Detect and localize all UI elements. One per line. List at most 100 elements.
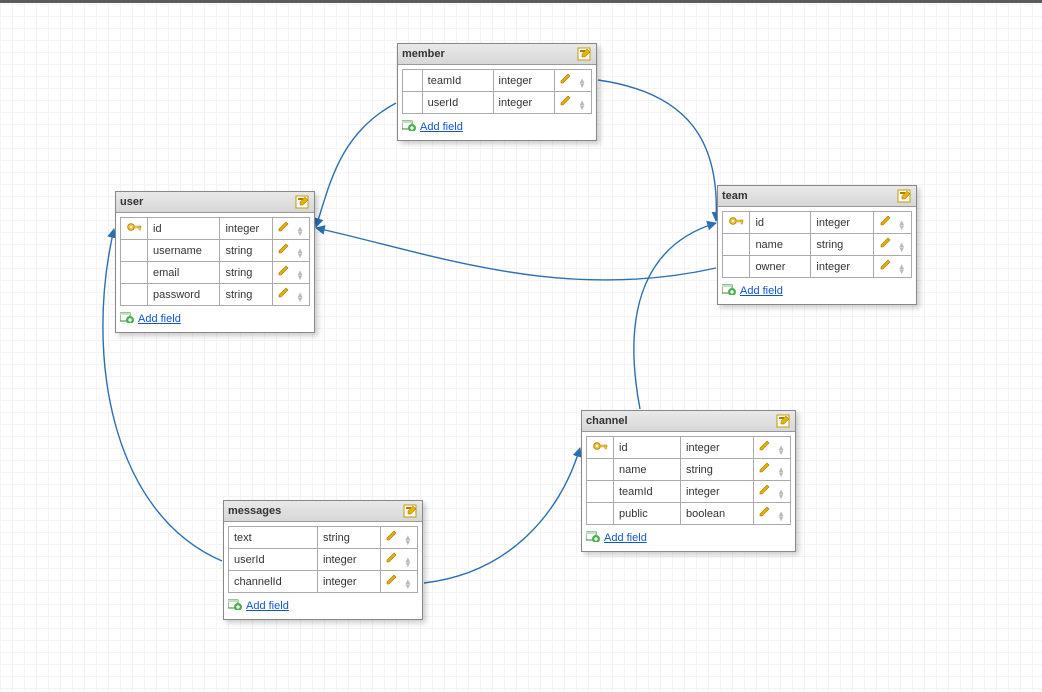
edit-form-icon[interactable]	[294, 194, 310, 210]
field-actions: ▲▼	[874, 256, 912, 278]
field-type: integer	[681, 437, 754, 459]
sort-icon[interactable]: ▲▼	[296, 271, 304, 281]
add-field-link[interactable]: Add field	[740, 285, 783, 297]
pencil-icon[interactable]	[759, 483, 771, 498]
field-row[interactable]: email string ▲▼	[121, 262, 310, 284]
pencil-icon[interactable]	[880, 258, 892, 273]
pencil-icon[interactable]	[386, 529, 398, 544]
field-name: owner	[750, 256, 811, 278]
add-field-link[interactable]: Add field	[604, 532, 647, 544]
table-team[interactable]: team id integer ▲▼ name string	[717, 185, 917, 305]
field-row[interactable]: password string ▲▼	[121, 284, 310, 306]
sort-icon[interactable]: ▲▼	[578, 79, 586, 89]
sort-icon[interactable]: ▲▼	[404, 580, 412, 590]
table-title-bar[interactable]: user	[116, 192, 314, 213]
field-name: public	[614, 503, 681, 525]
edit-form-icon[interactable]	[576, 46, 592, 62]
relation-member-user	[316, 103, 396, 227]
field-row[interactable]: id integer ▲▼	[723, 212, 912, 234]
table-messages[interactable]: messages text string ▲▼ userId integer ▲…	[223, 500, 423, 620]
pencil-icon[interactable]	[560, 94, 572, 109]
field-actions: ▲▼	[874, 212, 912, 234]
pencil-icon[interactable]	[278, 242, 290, 257]
field-row[interactable]: owner integer ▲▼	[723, 256, 912, 278]
key-icon	[728, 215, 744, 230]
add-field-icon	[586, 530, 600, 545]
field-name: teamId	[614, 481, 681, 503]
table-channel[interactable]: channel id integer ▲▼ name string	[581, 410, 796, 552]
add-field-row[interactable]: Add field	[224, 593, 422, 619]
field-row[interactable]: name string ▲▼	[723, 234, 912, 256]
pencil-icon[interactable]	[386, 573, 398, 588]
sort-icon[interactable]: ▲▼	[404, 558, 412, 568]
sort-icon[interactable]: ▲▼	[898, 265, 906, 275]
sort-icon[interactable]: ▲▼	[578, 101, 586, 111]
pencil-icon[interactable]	[759, 505, 771, 520]
sort-icon[interactable]: ▲▼	[404, 536, 412, 546]
field-row[interactable]: id integer ▲▼	[587, 437, 791, 459]
field-row[interactable]: userId integer ▲▼	[403, 92, 592, 114]
pencil-icon[interactable]	[278, 220, 290, 235]
field-name: userId	[229, 549, 318, 571]
table-title-bar[interactable]: team	[718, 186, 916, 207]
pencil-icon[interactable]	[759, 439, 771, 454]
table-member[interactable]: member teamId integer ▲▼ userId integer	[397, 43, 597, 141]
key-cell	[403, 70, 423, 92]
field-row[interactable]: text string ▲▼	[229, 527, 418, 549]
field-name: name	[614, 459, 681, 481]
add-field-link[interactable]: Add field	[138, 313, 181, 325]
field-row[interactable]: userId integer ▲▼	[229, 549, 418, 571]
add-field-row[interactable]: Add field	[718, 278, 916, 304]
sort-icon[interactable]: ▲▼	[898, 243, 906, 253]
table-title-bar[interactable]: channel	[582, 411, 795, 432]
sort-icon[interactable]: ▲▼	[777, 512, 785, 522]
field-name: password	[148, 284, 220, 306]
pencil-icon[interactable]	[278, 264, 290, 279]
field-row[interactable]: username string ▲▼	[121, 240, 310, 262]
field-actions: ▲▼	[555, 70, 592, 92]
field-actions: ▲▼	[874, 234, 912, 256]
sort-icon[interactable]: ▲▼	[777, 446, 785, 456]
key-cell	[723, 256, 750, 278]
sort-icon[interactable]: ▲▼	[296, 249, 304, 259]
field-type: string	[220, 284, 273, 306]
field-row[interactable]: id integer ▲▼	[121, 218, 310, 240]
pencil-icon[interactable]	[880, 214, 892, 229]
field-row[interactable]: name string ▲▼	[587, 459, 791, 481]
sort-icon[interactable]: ▲▼	[777, 468, 785, 478]
sort-icon[interactable]: ▲▼	[296, 293, 304, 303]
pencil-icon[interactable]	[386, 551, 398, 566]
field-name: id	[614, 437, 681, 459]
add-field-row[interactable]: Add field	[582, 525, 795, 551]
sort-icon[interactable]: ▲▼	[296, 227, 304, 237]
table-user[interactable]: user id integer ▲▼ username string	[115, 191, 315, 333]
pencil-icon[interactable]	[560, 72, 572, 87]
field-row[interactable]: teamId integer ▲▼	[587, 481, 791, 503]
key-cell	[121, 218, 148, 240]
pencil-icon[interactable]	[880, 236, 892, 251]
relation-messages-channel	[424, 448, 580, 583]
field-actions: ▲▼	[380, 527, 417, 549]
add-field-row[interactable]: Add field	[116, 306, 314, 332]
fields-grid: id integer ▲▼ name string ▲▼ teamId	[586, 436, 791, 525]
sort-icon[interactable]: ▲▼	[777, 490, 785, 500]
add-field-link[interactable]: Add field	[246, 600, 289, 612]
field-row[interactable]: channelId integer ▲▼	[229, 571, 418, 593]
field-row[interactable]: public boolean ▲▼	[587, 503, 791, 525]
edit-form-icon[interactable]	[402, 503, 418, 519]
table-title: user	[120, 196, 294, 208]
add-field-icon	[120, 311, 134, 326]
edit-form-icon[interactable]	[896, 188, 912, 204]
field-row[interactable]: teamId integer ▲▼	[403, 70, 592, 92]
sort-icon[interactable]: ▲▼	[898, 221, 906, 231]
edit-form-icon[interactable]	[775, 413, 791, 429]
field-type: integer	[317, 549, 380, 571]
field-name: username	[148, 240, 220, 262]
pencil-icon[interactable]	[759, 461, 771, 476]
table-title-bar[interactable]: messages	[224, 501, 422, 522]
field-type: boolean	[681, 503, 754, 525]
pencil-icon[interactable]	[278, 286, 290, 301]
add-field-row[interactable]: Add field	[398, 114, 596, 140]
add-field-link[interactable]: Add field	[420, 121, 463, 133]
table-title-bar[interactable]: member	[398, 44, 596, 65]
